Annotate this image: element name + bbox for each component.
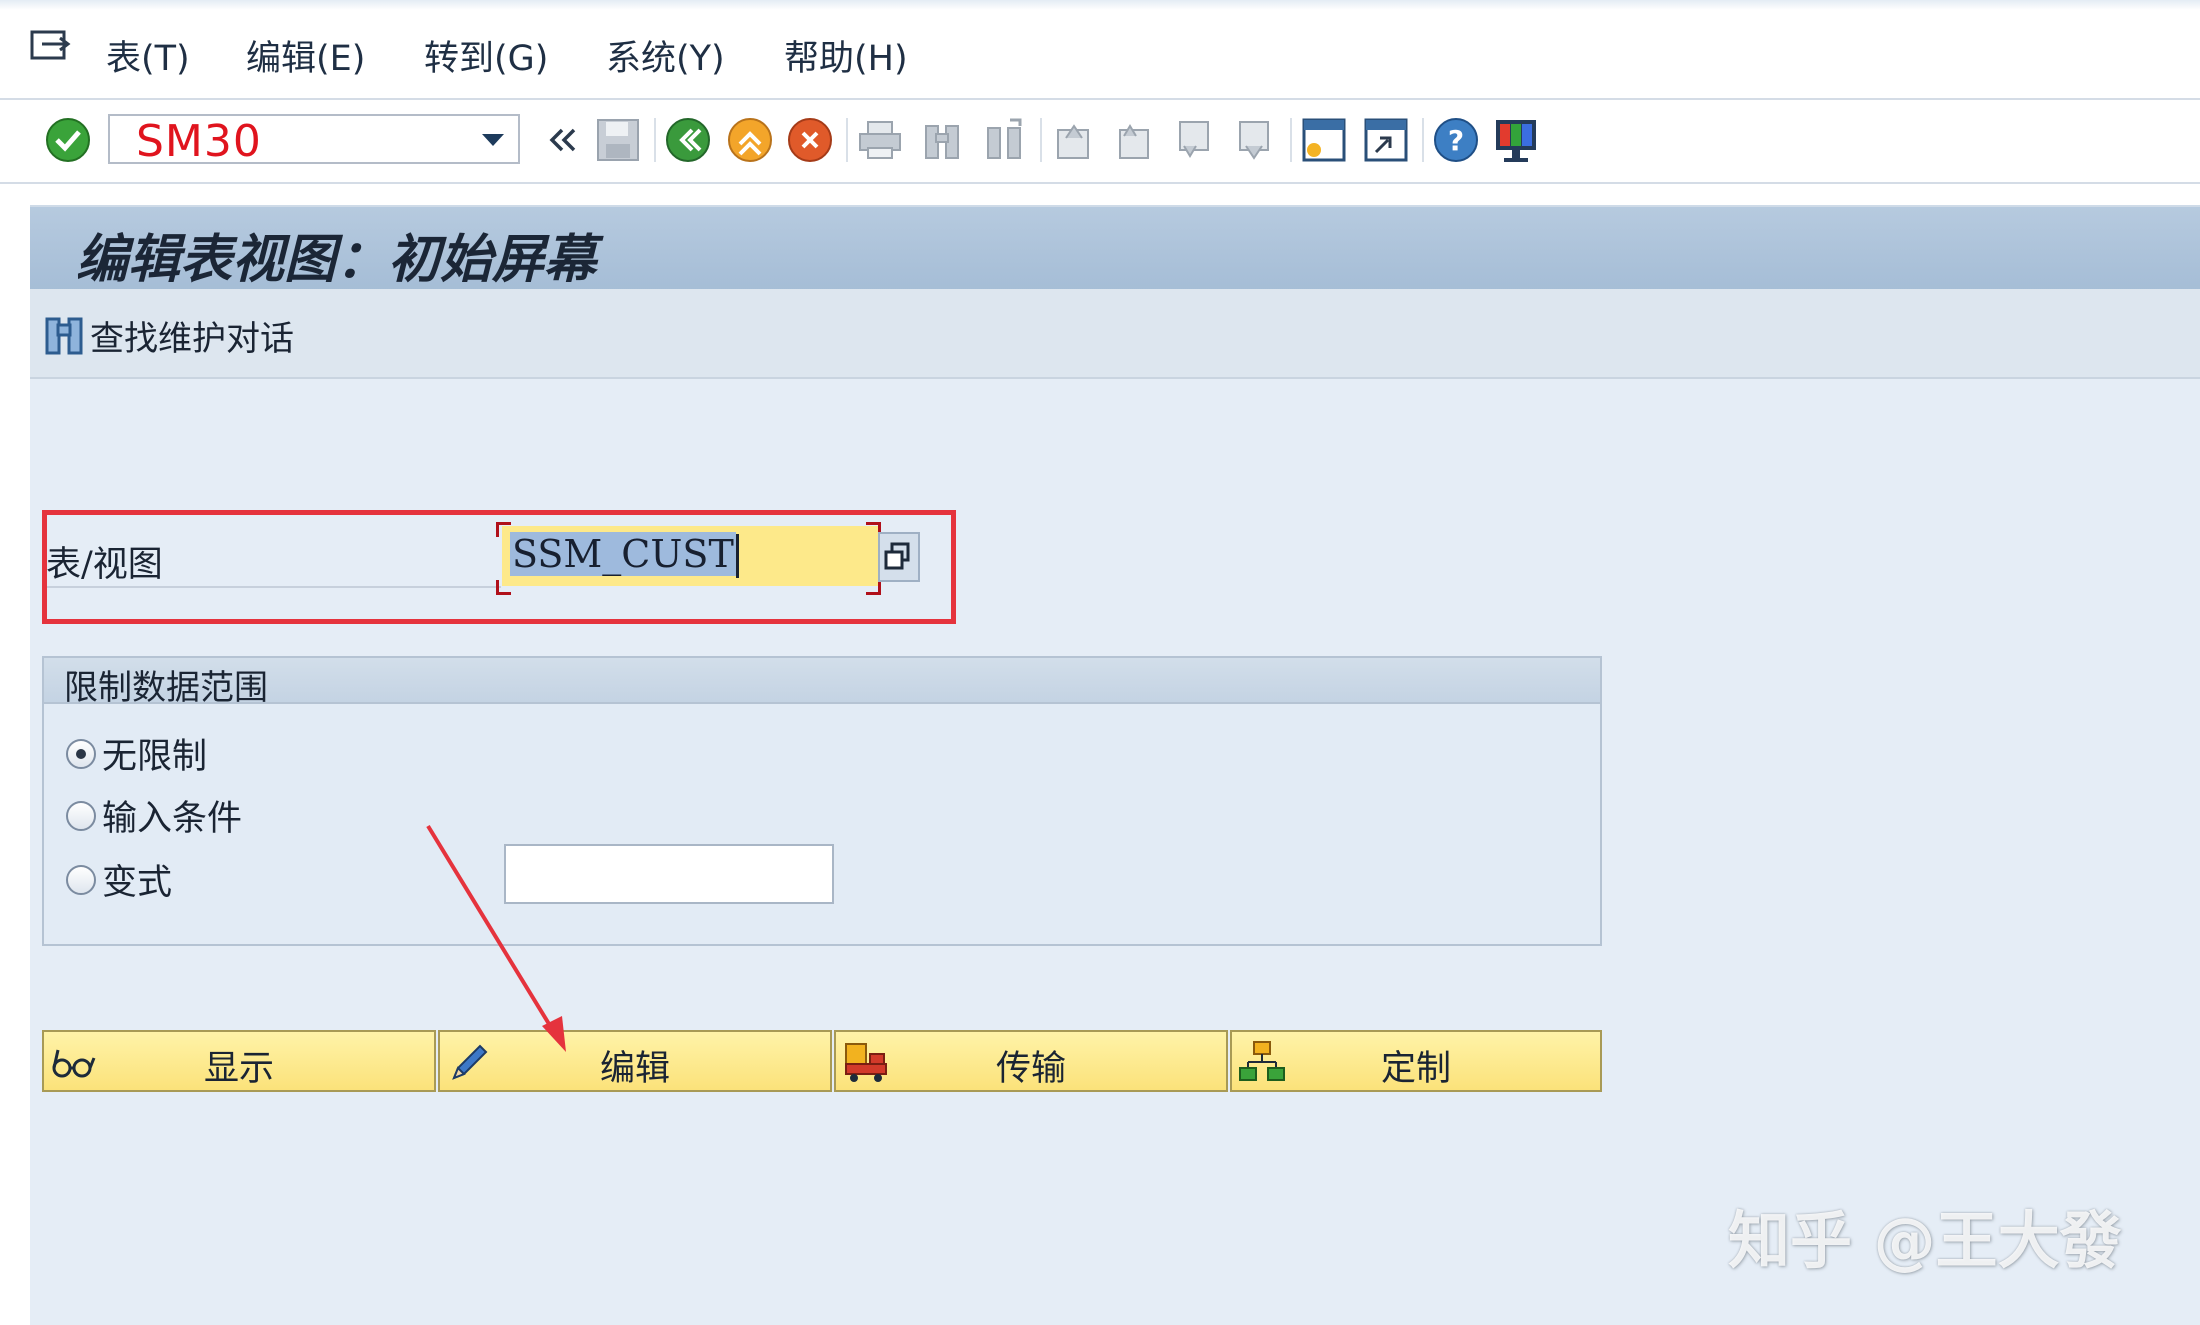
- restrict-data-range-group: 限制数据范围 无限制 输入条件 变式: [42, 656, 1602, 946]
- group-title: 限制数据范围: [64, 668, 268, 708]
- display-button[interactable]: 显示: [42, 1030, 436, 1092]
- application-toolbar: 查找维护对话: [30, 289, 2200, 379]
- radio-button[interactable]: [66, 864, 96, 895]
- help-icon[interactable]: ?: [1432, 116, 1480, 164]
- radio-label: 无限制: [102, 737, 208, 777]
- menu-system[interactable]: 系统(Y): [606, 30, 725, 81]
- cancel-icon[interactable]: [786, 116, 834, 164]
- command-field-value: SM30: [136, 116, 262, 167]
- system-menu-icon[interactable]: [30, 30, 72, 66]
- find-next-icon[interactable]: [980, 116, 1028, 164]
- highlight-annotation-box: [42, 510, 956, 624]
- menu-goto[interactable]: 转到(G): [424, 30, 548, 81]
- annotation-arrow-icon: [426, 824, 566, 1052]
- chevron-down-icon[interactable]: [482, 134, 504, 146]
- print-icon[interactable]: [856, 116, 904, 164]
- find-maintenance-dialog-label: 查找维护对话: [90, 318, 294, 359]
- exit-icon[interactable]: [726, 116, 774, 164]
- group-header: 限制数据范围: [44, 658, 1600, 708]
- radio-button[interactable]: [66, 738, 96, 769]
- radio-enter-conditions[interactable]: 输入条件: [66, 790, 242, 841]
- radio-variant[interactable]: 变式: [66, 854, 172, 905]
- menu-help[interactable]: 帮助(H): [784, 30, 908, 81]
- enter-check-icon[interactable]: [44, 116, 92, 164]
- shortcut-icon[interactable]: [1362, 116, 1410, 164]
- svg-text:?: ?: [1448, 124, 1464, 157]
- screen-title-bar: 编辑表视图：初始屏幕: [30, 205, 2200, 291]
- create-session-icon[interactable]: [1300, 116, 1348, 164]
- previous-page-icon[interactable]: [1110, 116, 1158, 164]
- command-field[interactable]: SM30: [108, 114, 520, 167]
- binoculars-icon: [45, 317, 83, 355]
- watermark: 知乎 @王大發: [1728, 1204, 2122, 1277]
- save-icon[interactable]: [594, 116, 642, 164]
- menu-bar: 表(T) 编辑(E) 转到(G) 系统(Y) 帮助(H): [0, 0, 2200, 100]
- radio-label: 变式: [102, 863, 173, 903]
- first-page-icon[interactable]: [1050, 116, 1098, 164]
- customizing-button[interactable]: 定制: [1230, 1030, 1602, 1092]
- radio-button[interactable]: [66, 800, 96, 831]
- transport-button[interactable]: 传输: [834, 1030, 1228, 1092]
- find-maintenance-dialog-button[interactable]: 查找维护对话: [44, 313, 294, 359]
- next-page-icon[interactable]: [1170, 116, 1218, 164]
- left-margin: [0, 205, 30, 1325]
- page-title: 编辑表视图：初始屏幕: [76, 229, 597, 290]
- display-button-label: 显示: [203, 1049, 274, 1089]
- find-icon[interactable]: [918, 116, 966, 164]
- menu-table[interactable]: 表(T): [106, 30, 190, 81]
- layout-icon[interactable]: [1492, 116, 1540, 164]
- radio-label: 输入条件: [102, 799, 243, 839]
- menu-edit[interactable]: 编辑(E): [246, 30, 365, 81]
- customizing-button-label: 定制: [1380, 1049, 1451, 1089]
- back-icon[interactable]: [664, 116, 712, 164]
- collapse-icon[interactable]: [540, 116, 588, 164]
- radio-no-restriction[interactable]: 无限制: [66, 728, 207, 779]
- transport-button-label: 传输: [995, 1049, 1066, 1089]
- last-page-icon[interactable]: [1230, 116, 1278, 164]
